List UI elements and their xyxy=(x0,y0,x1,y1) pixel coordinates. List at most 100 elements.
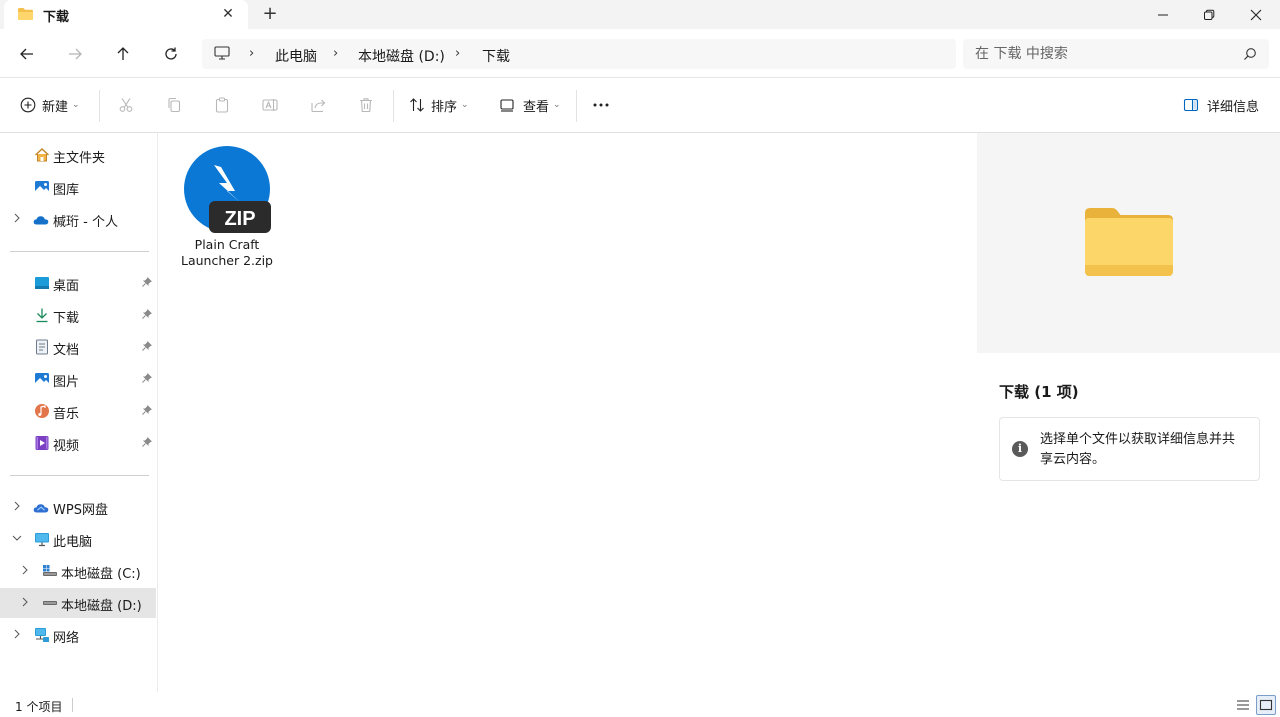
pin-icon xyxy=(142,373,152,383)
file-item[interactable]: ZIP Plain Craft Launcher 2.zip xyxy=(175,143,279,275)
details-pane: 下载 (1 项) i 选择单个文件以获取详细信息并共享云内容。 xyxy=(977,133,1280,692)
divider xyxy=(576,90,577,122)
sidebar-item-music[interactable]: 音乐 xyxy=(0,396,156,426)
sort-icon xyxy=(410,98,424,112)
sidebar-item-gallery[interactable]: 图库 xyxy=(0,172,156,202)
sidebar-item-videos[interactable]: 视频 xyxy=(0,428,156,458)
file-name-line: Launcher 2.zip xyxy=(181,253,273,268)
sidebar-item-label: 图库 xyxy=(53,183,80,198)
view-label: 查看 xyxy=(523,99,550,115)
sidebar-item-this-pc[interactable]: 此电脑 xyxy=(0,524,156,554)
breadcrumb-drive-d[interactable]: 本地磁盘 (D:) xyxy=(358,46,445,66)
new-button[interactable]: 新建 ⌄ xyxy=(20,93,80,117)
refresh-icon xyxy=(165,47,177,60)
sort-label: 排序 xyxy=(431,99,458,115)
list-view-icon xyxy=(1237,700,1249,710)
navigation-pane: 主文件夹 图库 椷珩 - 个人 桌面 下载 文档 图片 音乐 视频 WPS网盘 … xyxy=(0,133,158,692)
arrow-left-icon xyxy=(20,48,33,60)
details-pane-button[interactable]: 详细信息 xyxy=(1183,93,1259,117)
sidebar-item-drive-d[interactable]: 本地磁盘 (D:) xyxy=(0,588,156,618)
tab-close-button[interactable]: ✕ xyxy=(218,4,238,24)
divider xyxy=(393,90,394,122)
info-icon: i xyxy=(1012,441,1028,457)
document-icon xyxy=(36,339,48,355)
chevron-right-icon[interactable] xyxy=(12,629,22,639)
this-pc-icon xyxy=(35,533,49,547)
status-divider xyxy=(72,698,73,712)
details-view-button[interactable] xyxy=(1233,695,1253,715)
up-button[interactable] xyxy=(110,41,136,67)
paste-button[interactable] xyxy=(210,93,234,117)
more-options-button[interactable] xyxy=(592,93,610,117)
sidebar-item-desktop[interactable]: 桌面 xyxy=(0,268,156,298)
tiles-view-icon xyxy=(1259,699,1273,711)
onedrive-icon xyxy=(33,216,49,225)
chevron-down-icon[interactable] xyxy=(12,533,22,543)
arrow-right-icon xyxy=(69,48,82,60)
restore-button[interactable] xyxy=(1186,0,1232,29)
music-icon xyxy=(35,404,49,418)
sidebar-item-label: 网络 xyxy=(53,631,80,646)
sort-button[interactable]: 排序 ⌄ xyxy=(409,93,469,117)
breadcrumb-separator[interactable]: › xyxy=(249,46,254,61)
close-window-button[interactable] xyxy=(1233,0,1279,29)
file-list[interactable]: ZIP Plain Craft Launcher 2.zip xyxy=(159,133,976,692)
tab-title: 下载 xyxy=(43,10,70,25)
sidebar-item-label: 本地磁盘 (C:) xyxy=(61,567,141,582)
desktop-icon xyxy=(35,277,49,289)
sidebar-item-drive-c[interactable]: 本地磁盘 (C:) xyxy=(0,556,156,586)
close-icon xyxy=(1250,9,1262,20)
plus-circle-icon xyxy=(20,97,36,113)
search-box[interactable] xyxy=(963,39,1269,69)
rename-button[interactable] xyxy=(258,93,282,117)
delete-button[interactable] xyxy=(354,93,378,117)
chevron-right-icon[interactable] xyxy=(20,565,30,575)
view-icon xyxy=(500,99,514,112)
back-button[interactable] xyxy=(14,41,40,67)
drive-d-icon xyxy=(43,601,57,605)
computer-icon xyxy=(214,46,230,60)
download-icon xyxy=(36,308,48,323)
chevron-right-icon[interactable] xyxy=(20,597,30,607)
breadcrumb-this-pc[interactable]: 此电脑 xyxy=(275,46,317,66)
address-bar[interactable]: › 此电脑 › 本地磁盘 (D:) › 下载 xyxy=(202,39,956,69)
chevron-right-icon[interactable] xyxy=(12,501,22,511)
sidebar-item-home[interactable]: 主文件夹 xyxy=(0,140,156,170)
chevron-right-icon[interactable] xyxy=(12,213,22,223)
cut-button[interactable] xyxy=(114,93,138,117)
view-button[interactable]: 查看 ⌄ xyxy=(499,93,561,117)
navigation-bar: › 此电脑 › 本地磁盘 (D:) › 下载 xyxy=(0,29,1280,78)
tab-downloads[interactable]: 下载 ✕ xyxy=(4,0,248,29)
search-input[interactable] xyxy=(975,44,1235,64)
sidebar-item-label: 椷珩 - 个人 xyxy=(53,215,118,230)
title-bar: 下载 ✕ + xyxy=(0,0,1280,29)
folder-icon xyxy=(1085,208,1173,276)
sidebar-item-network[interactable]: 网络 xyxy=(0,620,156,650)
chevron-down-icon: ⌄ xyxy=(72,100,80,110)
search-icon xyxy=(1244,48,1256,60)
tiles-view-button[interactable] xyxy=(1256,695,1276,715)
chevron-down-icon: ⌄ xyxy=(553,100,561,110)
sidebar-item-onedrive[interactable]: 椷珩 - 个人 xyxy=(0,204,156,234)
breadcrumb-separator[interactable]: › xyxy=(333,46,338,61)
new-tab-button[interactable]: + xyxy=(259,3,281,25)
minimize-button[interactable] xyxy=(1140,0,1186,29)
sidebar-item-label: 桌面 xyxy=(53,279,80,294)
forward-button[interactable] xyxy=(62,41,88,67)
chevron-down-icon: ⌄ xyxy=(461,100,469,110)
sidebar-item-downloads[interactable]: 下载 xyxy=(0,300,156,330)
trash-icon xyxy=(360,98,372,113)
wps-cloud-icon xyxy=(33,504,49,513)
share-button[interactable] xyxy=(306,93,330,117)
sidebar-item-wps-cloud[interactable]: WPS网盘 xyxy=(0,492,156,522)
breadcrumb-separator[interactable]: › xyxy=(455,46,460,61)
drive-c-icon xyxy=(43,565,57,576)
breadcrumb-downloads[interactable]: 下载 xyxy=(482,46,510,66)
refresh-button[interactable] xyxy=(158,41,184,67)
copy-button[interactable] xyxy=(162,93,186,117)
divider xyxy=(99,90,100,122)
details-pane-icon xyxy=(1183,98,1199,112)
sidebar-item-documents[interactable]: 文档 xyxy=(0,332,156,362)
sidebar-item-pictures[interactable]: 图片 xyxy=(0,364,156,394)
status-bar: 1 个项目 xyxy=(0,692,1280,717)
